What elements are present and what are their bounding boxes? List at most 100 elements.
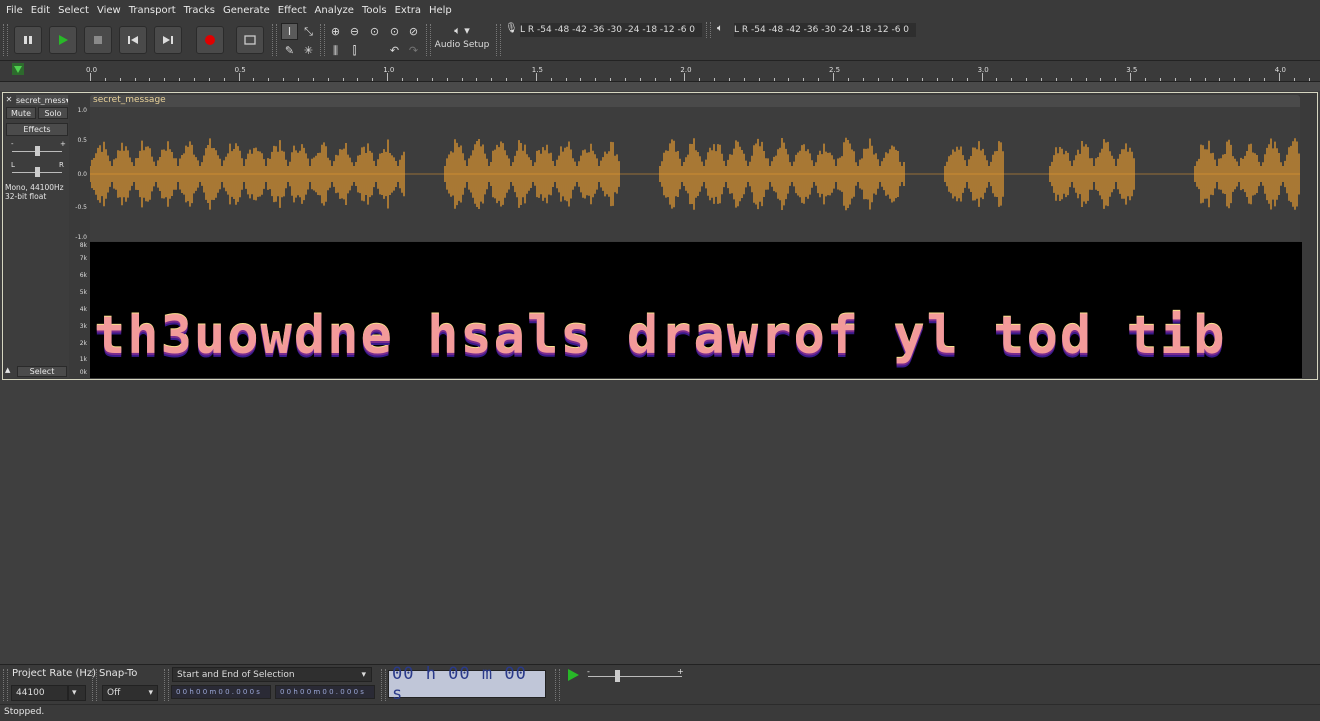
- scrub-bar[interactable]: [0, 82, 1320, 91]
- track-name-menu[interactable]: secret_mess ▾: [16, 95, 68, 105]
- playback-speed-thumb[interactable]: [615, 670, 620, 682]
- multi-tool-button[interactable]: ✳: [300, 42, 317, 59]
- snap-to-select[interactable]: Off ▾: [102, 685, 158, 701]
- audio-setup-button[interactable]: 🔈︎ ▾ Audio Setup: [433, 22, 491, 58]
- time-display[interactable]: 00 h 00 m 00 s: [388, 664, 546, 704]
- effects-button[interactable]: Effects: [6, 123, 68, 136]
- pause-button[interactable]: [14, 26, 42, 54]
- project-rate-input[interactable]: 44100: [11, 685, 68, 701]
- play-button[interactable]: [49, 26, 77, 54]
- selection-end-time[interactable]: 0 0 h 0 0 m 0 0 . 0 0 0 s: [275, 685, 375, 699]
- play-head-triangle-icon[interactable]: [12, 63, 24, 75]
- selection-tool-button[interactable]: I: [281, 23, 298, 40]
- zoom-toggle-button[interactable]: ⊘: [405, 23, 422, 40]
- toolbar-grip[interactable]: [272, 24, 277, 56]
- record-button[interactable]: [196, 26, 224, 54]
- project-rate-dropdown[interactable]: ▾: [68, 685, 86, 701]
- ruler-tick-mark: [1011, 78, 1013, 81]
- snap-to-label: Snap-To: [99, 668, 138, 679]
- status-bar: Stopped.: [0, 704, 1320, 721]
- timeline-ruler[interactable]: 0.0 0.5 1.0 1.5 2.0 2.5 3.0 3.5 4.0: [0, 61, 1320, 82]
- fit-project-button[interactable]: ⊙: [386, 23, 403, 40]
- loop-button[interactable]: [236, 26, 264, 54]
- stop-button[interactable]: [84, 26, 112, 54]
- fit-selection-button[interactable]: ⊙: [366, 23, 383, 40]
- silence-button[interactable]: ⫿: [346, 42, 363, 59]
- toolbar-grip[interactable]: [555, 669, 560, 701]
- ruler-tick-mark: [1189, 78, 1191, 81]
- selection-start-time[interactable]: 0 0 h 0 0 m 0 0 . 0 0 0 s: [171, 685, 271, 699]
- toolbar-grip[interactable]: [706, 22, 711, 38]
- fit-selection-icon: ⊙: [369, 25, 380, 38]
- vertical-ruler[interactable]: 1.0 0.5 0.0 -0.5 -1.0 8k 7k 6k 5k 4k 3k …: [71, 94, 89, 378]
- menu-file[interactable]: File: [2, 5, 27, 16]
- solo-button[interactable]: Solo: [38, 107, 68, 119]
- select-track-button[interactable]: Select: [17, 366, 67, 377]
- clip-title-bar[interactable]: secret_message: [90, 95, 1300, 107]
- menu-select[interactable]: Select: [54, 5, 93, 16]
- trim-button[interactable]: ⫼: [327, 42, 344, 59]
- zoom-out-button[interactable]: ⊖: [346, 23, 363, 40]
- menu-extra[interactable]: Extra: [391, 5, 425, 16]
- toolbar-grip[interactable]: [381, 669, 386, 701]
- ruler-tick-mark: [922, 78, 924, 81]
- ruler-tick-mark: [298, 78, 300, 81]
- skip-to-start-button[interactable]: [119, 26, 147, 54]
- skip-to-end-button[interactable]: [154, 26, 182, 54]
- ruler-tick-mark: [1100, 78, 1102, 81]
- ruler-tick-mark: [818, 78, 820, 81]
- toolbar-grip[interactable]: [164, 669, 169, 701]
- zoom-in-button[interactable]: ⊕: [327, 23, 344, 40]
- ruler-tick-label: 0.0: [86, 66, 98, 74]
- record-meter[interactable]: L R -54 -48 -42 -36 -30 -24 -18 -12 -6 0: [520, 23, 702, 37]
- microphone-icon[interactable]: 🎙︎: [505, 23, 518, 37]
- play-at-speed-button[interactable]: [564, 667, 582, 683]
- pan-slider-thumb[interactable]: [35, 167, 40, 177]
- toolbar-grip[interactable]: [496, 24, 501, 56]
- playback-speed-slider[interactable]: [588, 676, 682, 677]
- menu-tools[interactable]: Tools: [358, 5, 391, 16]
- envelope-tool-button[interactable]: ⤡: [300, 23, 317, 40]
- menu-transport[interactable]: Transport: [125, 5, 180, 16]
- track-bit-depth-info: 32-bit float: [5, 192, 47, 201]
- speaker-meter-icon[interactable]: 🔈︎: [717, 23, 731, 37]
- ruler-tick-mark: [208, 78, 210, 81]
- ruler-tick-mark: [535, 73, 537, 81]
- menu-analyze[interactable]: Analyze: [311, 5, 358, 16]
- ruler-tick-mark: [1308, 78, 1310, 81]
- draw-tool-button[interactable]: ✎: [281, 42, 298, 59]
- collapse-icon[interactable]: ▲: [5, 366, 15, 376]
- toolbar-grip[interactable]: [92, 669, 97, 701]
- spectrogram-view[interactable]: th3uowdne hsals drawrof yl tod tib: [90, 242, 1302, 378]
- redo-button[interactable]: ↷: [405, 42, 422, 59]
- play-icon: [59, 35, 68, 45]
- freq-label: 7k: [79, 255, 87, 262]
- playback-meter[interactable]: L R -54 -48 -42 -36 -30 -24 -18 -12 -6 0: [734, 23, 916, 37]
- selection-mode-select[interactable]: Start and End of Selection ▾: [172, 667, 372, 682]
- menu-tracks[interactable]: Tracks: [180, 5, 219, 16]
- menu-help[interactable]: Help: [425, 5, 456, 16]
- mute-button[interactable]: Mute: [6, 107, 36, 119]
- toolbar-grip[interactable]: [426, 24, 431, 56]
- menu-generate[interactable]: Generate: [219, 5, 274, 16]
- toolbar-grip[interactable]: [3, 669, 8, 701]
- project-rate-label: Project Rate (Hz): [12, 668, 97, 679]
- close-track-icon[interactable]: ✕: [4, 95, 14, 105]
- menu-view[interactable]: View: [93, 5, 125, 16]
- pencil-icon: ✎: [284, 44, 295, 57]
- zoom-out-icon: ⊖: [349, 25, 360, 38]
- toolbar-grip[interactable]: [320, 24, 325, 56]
- ruler-tick-mark: [431, 78, 433, 81]
- menu-effect[interactable]: Effect: [274, 5, 311, 16]
- amp-label: -1.0: [75, 234, 87, 241]
- trim-icon: ⫼: [332, 43, 339, 57]
- zoom-in-icon: ⊕: [330, 25, 341, 38]
- gain-slider-thumb[interactable]: [35, 146, 40, 156]
- ruler-tick-mark: [357, 78, 359, 81]
- speed-minus-label: -: [587, 667, 590, 676]
- waveform-view[interactable]: [89, 107, 1300, 241]
- undo-button[interactable]: ↶: [386, 42, 403, 59]
- ruler-tick-mark: [1249, 78, 1251, 81]
- toolbar-grip[interactable]: [3, 24, 8, 56]
- menu-edit[interactable]: Edit: [27, 5, 54, 16]
